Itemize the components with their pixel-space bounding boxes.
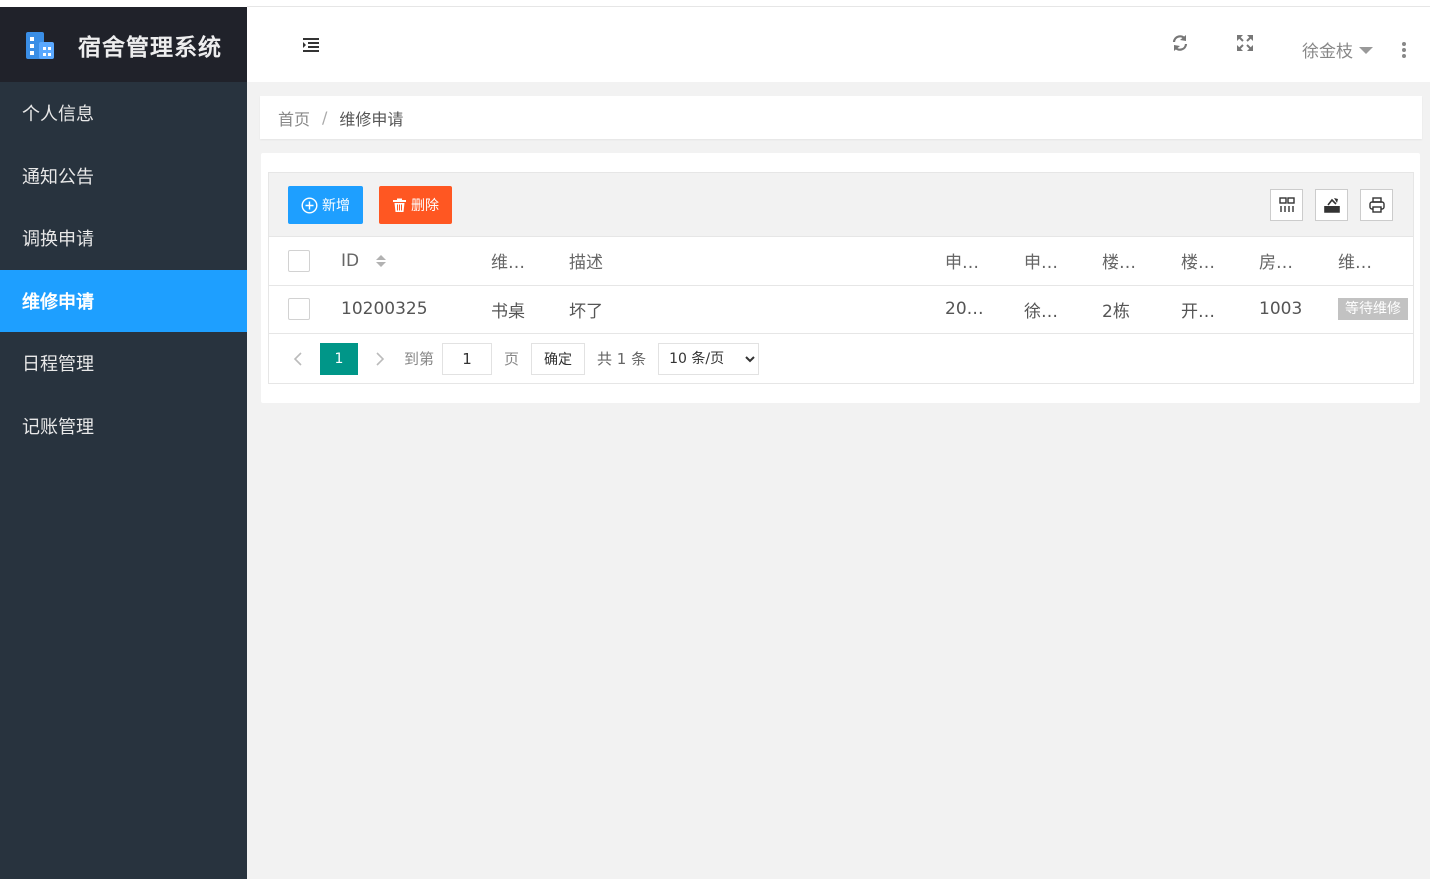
cell-desc: 坏了 <box>559 285 935 334</box>
building-icon <box>26 31 54 59</box>
table-toolbar: 新增 删除 <box>269 173 1413 237</box>
delete-button-label: 删除 <box>411 198 439 214</box>
more-icon[interactable] <box>1402 42 1406 58</box>
page-unit-label: 页 <box>504 350 520 368</box>
user-name: 徐金枝 <box>1302 42 1353 62</box>
column-header-status: 维… <box>1328 237 1413 286</box>
breadcrumb-current: 维修申请 <box>339 109 404 129</box>
column-header-building2: 楼… <box>1171 237 1249 286</box>
refresh-icon[interactable] <box>1170 33 1190 53</box>
page-size-select[interactable]: 10 条/页 <box>658 342 760 375</box>
columns-icon[interactable] <box>1270 189 1303 221</box>
sort-icon[interactable] <box>375 253 387 269</box>
sidebar-item-swap-request[interactable]: 调换申请 <box>0 207 247 270</box>
content-card: 新增 删除 ID 维… 描述 申… 申… 楼… 楼… 房… 维… 1020032… <box>261 153 1420 403</box>
trash-icon <box>393 198 406 212</box>
menu-fold-icon[interactable] <box>301 35 321 53</box>
sidebar-item-accounting[interactable]: 记账管理 <box>0 395 247 458</box>
delete-button[interactable]: 删除 <box>379 186 452 224</box>
plus-circle-icon <box>301 196 318 214</box>
cell-apply-time: 20… <box>935 285 1014 334</box>
prev-page-icon[interactable] <box>288 349 308 369</box>
add-button-label: 新增 <box>322 198 350 214</box>
caret-down-icon <box>1359 47 1373 54</box>
breadcrumb: 首页 / 维修申请 <box>260 96 1422 139</box>
cell-id: 10200325 <box>331 285 481 334</box>
cell-applicant: 徐… <box>1014 285 1092 334</box>
data-table-container: 新增 删除 ID 维… 描述 申… 申… 楼… 楼… 房… 维… 1020032… <box>268 172 1414 384</box>
print-icon[interactable] <box>1360 189 1393 221</box>
sidebar-item-profile[interactable]: 个人信息 <box>0 82 247 145</box>
column-header-item: 维… <box>481 237 559 286</box>
top-header: 徐金枝 <box>247 0 1430 82</box>
pagination: 1 到第 页 确定 共 1 条 10 条/页 <box>269 334 1413 384</box>
sidebar-item-notice[interactable]: 通知公告 <box>0 145 247 208</box>
column-header-apply-time: 申… <box>935 237 1014 286</box>
app-title: 宿舍管理系统 <box>78 34 222 61</box>
goto-confirm-button[interactable]: 确定 <box>531 342 586 375</box>
page-current[interactable]: 1 <box>320 342 358 375</box>
app-logo[interactable]: 宿舍管理系统 <box>0 0 247 82</box>
next-page-icon[interactable] <box>370 349 390 369</box>
cell-building: 2栋 <box>1092 285 1171 334</box>
column-header-room: 房… <box>1249 237 1328 286</box>
breadcrumb-separator: / <box>322 108 328 127</box>
header-divider <box>247 6 1430 7</box>
user-menu[interactable]: 徐金枝 <box>1302 37 1373 62</box>
column-header-id[interactable]: ID <box>331 237 481 286</box>
repair-table: ID 维… 描述 申… 申… 楼… 楼… 房… 维… 10200325 书桌 坏… <box>269 237 1413 334</box>
column-header-desc: 描述 <box>559 237 935 286</box>
sidebar-item-schedule[interactable]: 日程管理 <box>0 332 247 395</box>
page-input[interactable] <box>442 342 493 375</box>
add-button[interactable]: 新增 <box>288 186 363 224</box>
cell-item: 书桌 <box>481 285 559 334</box>
status-badge: 等待维修 <box>1338 298 1408 320</box>
export-icon[interactable] <box>1315 189 1348 221</box>
select-all-checkbox[interactable] <box>288 249 310 272</box>
cell-room: 1003 <box>1249 285 1328 334</box>
column-header-building: 楼… <box>1092 237 1171 286</box>
sidebar-item-repair-request[interactable]: 维修申请 <box>0 269 247 332</box>
column-header-applicant: 申… <box>1014 237 1092 286</box>
fullscreen-icon[interactable] <box>1235 33 1255 53</box>
goto-label: 到第 <box>404 350 435 368</box>
sidebar: 宿舍管理系统 个人信息 通知公告 调换申请 维修申请 日程管理 记账管理 <box>0 0 247 879</box>
total-count: 共 1 条 <box>597 350 647 368</box>
breadcrumb-home[interactable]: 首页 <box>278 106 310 130</box>
table-header-row: ID 维… 描述 申… 申… 楼… 楼… 房… 维… <box>269 237 1413 286</box>
table-row[interactable]: 10200325 书桌 坏了 20… 徐… 2栋 开… 1003 等待维修 <box>269 285 1413 334</box>
cell-building2: 开… <box>1171 285 1249 334</box>
row-checkbox[interactable] <box>288 298 310 320</box>
